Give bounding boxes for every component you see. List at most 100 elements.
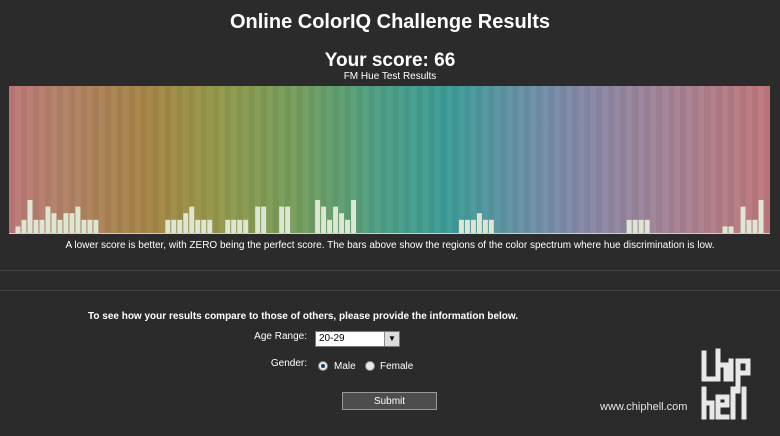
error-bar <box>261 206 267 233</box>
error-bar <box>351 200 357 233</box>
error-bar <box>165 219 171 233</box>
age-range-value: 20-29 <box>319 333 345 344</box>
spectrum-svg <box>9 86 770 233</box>
divider-bottom <box>0 290 780 291</box>
score-text: Your score: 66 <box>324 50 456 71</box>
error-bar <box>75 206 81 233</box>
spectrum-stripe <box>560 86 567 233</box>
error-bar <box>189 206 195 233</box>
error-bar <box>87 219 93 233</box>
spectrum-stripe <box>32 86 39 233</box>
gender-female-label: Female <box>380 361 414 372</box>
error-bar <box>93 219 99 233</box>
error-bar <box>183 213 189 233</box>
chiphell-logo <box>701 348 751 420</box>
spectrum-stripe <box>584 86 591 233</box>
spectrum-stripe <box>164 86 171 233</box>
spectrum-stripe <box>596 86 603 233</box>
error-bar <box>626 219 632 233</box>
error-bar <box>740 206 746 233</box>
page-title: Online ColorIQ Challenge Results <box>229 11 551 33</box>
error-bar <box>171 219 177 233</box>
spectrum-stripe <box>128 86 135 233</box>
spectrum-stripe <box>56 86 63 233</box>
error-bar <box>285 206 291 233</box>
error-bar <box>255 206 261 233</box>
spectrum-stripe <box>440 86 447 233</box>
error-bar <box>51 213 57 233</box>
age-range-select[interactable]: 20-29 ▼ <box>315 331 400 347</box>
spectrum-stripe <box>656 86 663 233</box>
error-bar <box>728 226 734 233</box>
error-bar <box>21 219 27 233</box>
spectrum-stripe <box>728 86 735 233</box>
watermark-text: www.chiphell.com <box>600 401 688 413</box>
error-bar <box>201 219 207 233</box>
spectrum-stripe <box>104 86 111 233</box>
spectrum-stripe <box>488 86 495 233</box>
error-bar <box>339 213 345 233</box>
gender-female-radio[interactable] <box>365 361 375 371</box>
error-bar <box>39 219 45 233</box>
spectrum-stripe <box>452 86 459 233</box>
gender-male-radio[interactable] <box>318 361 328 371</box>
spectrum-stripe <box>608 86 615 233</box>
spectrum-stripe <box>68 86 75 233</box>
error-bar <box>15 226 21 233</box>
spectrum-stripe <box>752 86 759 233</box>
score-explanation: A lower score is better, with ZERO being… <box>65 240 715 251</box>
spectrum-stripe <box>92 86 99 233</box>
spectrum-stripe <box>9 86 15 233</box>
spectrum-stripe <box>680 86 687 233</box>
spectrum-stripe <box>356 86 363 233</box>
age-range-label: Age Range: <box>254 331 307 342</box>
spectrum-stripe <box>176 86 183 233</box>
hue-spectrum-chart <box>9 86 770 234</box>
error-bar <box>27 200 33 233</box>
spectrum-stripe <box>572 86 579 233</box>
gender-male-label: Male <box>334 361 356 372</box>
spectrum-stripe <box>344 86 351 233</box>
gender-label: Gender: <box>270 358 307 369</box>
spectrum-stripe <box>548 86 555 233</box>
error-bar <box>758 200 764 233</box>
spectrum-stripe <box>152 86 159 233</box>
error-bar <box>722 226 728 233</box>
spectrum-stripe <box>404 86 411 233</box>
spectrum-stripe <box>140 86 147 233</box>
spectrum-stripe <box>236 86 243 233</box>
error-bar <box>333 206 339 233</box>
spectrum-stripe <box>368 86 375 233</box>
spectrum-stripe <box>644 86 651 233</box>
spectrum-stripe <box>500 86 507 233</box>
error-bar <box>225 219 231 233</box>
spectrum-stripe <box>716 86 723 233</box>
error-bar <box>279 206 285 233</box>
error-bar <box>482 219 488 233</box>
results-subtitle: FM Hue Test Results <box>343 71 437 82</box>
error-bar <box>470 219 476 233</box>
spectrum-stripe <box>80 86 87 233</box>
chevron-down-icon[interactable]: ▼ <box>384 332 399 346</box>
error-bar <box>315 200 321 233</box>
spectrum-stripe <box>296 86 303 233</box>
spectrum-stripe <box>524 86 531 233</box>
form-intro-text: To see how your results compare to those… <box>88 311 519 322</box>
error-bar <box>345 219 351 233</box>
submit-button[interactable]: Submit <box>342 392 437 410</box>
spectrum-stripe <box>764 86 770 233</box>
error-bar <box>207 219 213 233</box>
error-bar <box>327 219 333 233</box>
error-bar <box>638 219 644 233</box>
error-bar <box>632 219 638 233</box>
error-bar <box>45 206 51 233</box>
error-bar <box>752 219 758 233</box>
error-bar <box>746 219 752 233</box>
spectrum-stripe <box>464 86 471 233</box>
error-bar <box>488 219 494 233</box>
spectrum-stripe <box>272 86 279 233</box>
divider-top <box>0 270 780 271</box>
error-bar <box>243 219 249 233</box>
spectrum-stripe <box>308 86 315 233</box>
spectrum-stripe <box>116 86 123 233</box>
